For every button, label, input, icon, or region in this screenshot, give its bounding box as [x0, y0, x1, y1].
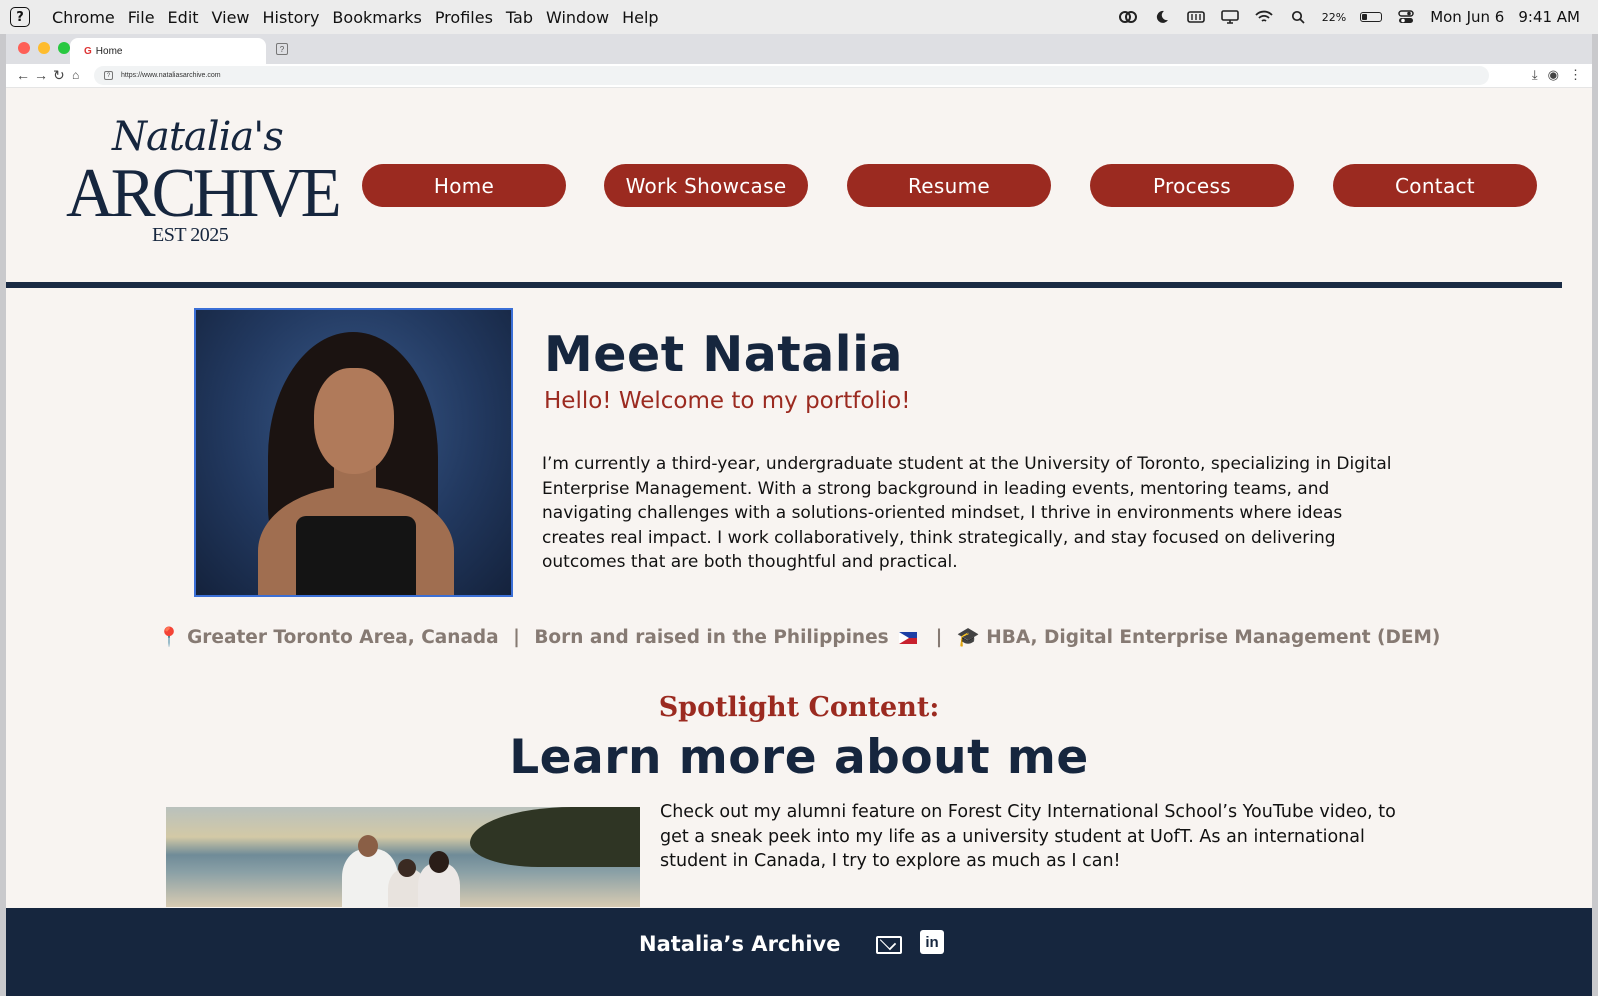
fact-location: Greater Toronto Area, Canada [187, 627, 499, 648]
back-arrow-icon[interactable]: ← [16, 67, 30, 83]
menubar-date[interactable]: Mon Jun 6 [1430, 8, 1504, 26]
nav-contact-button[interactable]: Contact [1333, 164, 1537, 207]
menu-tab[interactable]: Tab [506, 8, 533, 27]
spotlight-eyebrow: Spotlight Content: [658, 692, 940, 723]
window-controls [18, 42, 70, 54]
control-center-icon[interactable] [1396, 9, 1416, 25]
new-tab-icon[interactable]: ? [276, 43, 288, 55]
menu-help[interactable]: Help [622, 8, 658, 27]
site-footer: Natalia’s Archive in [6, 908, 1592, 996]
tab-home[interactable]: G Home [70, 38, 266, 64]
address-url: https://www.nataliasarchive.com [121, 72, 221, 79]
nav-resume-button[interactable]: Resume [847, 164, 1051, 207]
menu-edit[interactable]: Edit [168, 8, 199, 27]
memory-icon[interactable] [1186, 9, 1206, 25]
beach-family-photo [166, 807, 640, 907]
webpage: Natalia's ARCHIVE EST 2025 Home Work Sho… [6, 88, 1592, 996]
logo-est: EST 2025 [152, 224, 229, 246]
zoom-window-button[interactable] [58, 42, 70, 54]
os-menubar: ? Chrome File Edit View History Bookmark… [0, 0, 1598, 34]
menubar-time[interactable]: 9:41 AM [1518, 8, 1580, 26]
site-header: Natalia's ARCHIVE EST 2025 Home Work Sho… [6, 88, 1562, 282]
home-icon[interactable]: ⌂ [72, 68, 79, 82]
creative-cloud-icon[interactable] [1118, 9, 1138, 25]
battery-percent: 22% [1321, 10, 1347, 24]
google-favicon-icon: G [84, 45, 92, 57]
fact-origin: Born and raised in the Philippines [534, 627, 889, 648]
address-bar[interactable]: ? https://www.nataliasarchive.com [94, 66, 1489, 85]
graduation-cap-icon: 🎓 [956, 627, 980, 648]
facts-line: 📍 Greater Toronto Area, Canada | Born an… [6, 626, 1592, 648]
menu-bookmarks[interactable]: Bookmarks [332, 8, 421, 27]
menu-view[interactable]: View [212, 8, 250, 27]
menu-profiles[interactable]: Profiles [435, 8, 493, 27]
nav-work-showcase-button[interactable]: Work Showcase [604, 164, 808, 207]
email-icon[interactable] [876, 936, 902, 954]
forward-arrow-icon[interactable]: → [34, 67, 48, 83]
portrait-photo [194, 308, 513, 597]
display-icon[interactable] [1220, 9, 1240, 25]
site-info-icon[interactable]: ? [104, 71, 113, 80]
browser-window: G Home ? ← → ↻ ⌂ ? https://www.nataliasa… [6, 34, 1592, 996]
menu-window[interactable]: Window [546, 8, 609, 27]
moon-icon[interactable] [1152, 9, 1172, 25]
apple-menu-icon[interactable]: ? [10, 7, 30, 27]
battery-icon[interactable] [1360, 12, 1383, 22]
browser-toolbar: ← → ↻ ⌂ ? https://www.nataliasarchive.co… [6, 64, 1592, 88]
location-pin-icon: 📍 [157, 627, 181, 648]
spotlight-search-icon[interactable] [1288, 9, 1308, 25]
menu-history[interactable]: History [263, 8, 320, 27]
toolbar-actions: ⤓ ◉ ⋮ [1532, 67, 1582, 83]
fact-degree: HBA, Digital Enterprise Management (DEM) [986, 627, 1441, 648]
more-menu-icon[interactable]: ⋮ [1569, 67, 1582, 83]
menu-file[interactable]: File [128, 8, 155, 27]
reload-icon[interactable]: ↻ [53, 67, 65, 84]
logo-wordmark: ARCHIVE [66, 155, 342, 232]
nav-process-button[interactable]: Process [1090, 164, 1294, 207]
tab-strip: G Home ? [6, 34, 1592, 64]
header-divider [6, 282, 1562, 288]
footer-brand: Natalia’s Archive [639, 932, 841, 956]
spotlight-text: Check out my alumni feature on Forest Ci… [660, 802, 1396, 871]
menu-app-chrome[interactable]: Chrome [52, 8, 115, 27]
download-icon[interactable]: ⤓ [1532, 67, 1538, 83]
spotlight-title: Learn more about me [509, 730, 1089, 785]
philippines-flag-icon [899, 632, 918, 644]
fact-separator: | [513, 627, 520, 648]
fact-separator: | [935, 627, 943, 648]
wifi-icon[interactable] [1254, 9, 1274, 25]
close-window-button[interactable] [18, 42, 30, 54]
status-area: 22% Mon Jun 6 9:41 AM [1118, 0, 1580, 34]
nav-home-button[interactable]: Home [362, 164, 566, 207]
hero-subtitle: Hello! Welcome to my portfolio! [544, 388, 911, 414]
site-logo[interactable]: Natalia's ARCHIVE EST 2025 [64, 114, 342, 254]
profile-avatar-icon[interactable]: ◉ [1548, 67, 1559, 83]
tab-title: Home [95, 45, 123, 57]
hero-title: Meet Natalia [544, 326, 903, 383]
hero-bio: I’m currently a third-year, undergraduat… [542, 454, 1392, 572]
linkedin-icon[interactable]: in [920, 930, 944, 954]
minimize-window-button[interactable] [38, 42, 50, 54]
